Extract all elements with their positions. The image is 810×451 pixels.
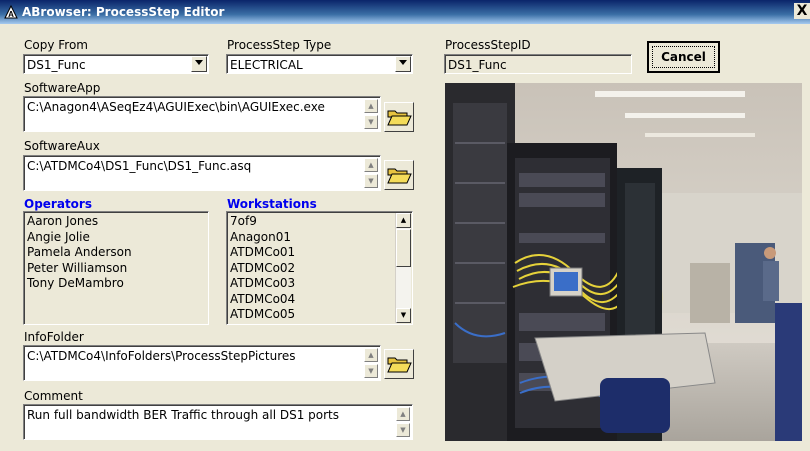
scroll-up-icon[interactable]: ▲ [396, 213, 411, 228]
comment-value: Run full bandwidth BER Traffic through a… [27, 408, 340, 422]
comment-spinner[interactable]: ▲ ▼ [396, 407, 410, 437]
operators-list[interactable]: Aaron Jones Angie Jolie Pamela Anderson … [23, 211, 209, 325]
folder-open-icon [387, 110, 412, 126]
processstep-type-value: ELECTRICAL [230, 58, 303, 72]
workstation-item[interactable]: ATDMCo05 [227, 307, 412, 323]
scroll-thumb[interactable] [396, 229, 411, 267]
spin-up-icon[interactable]: ▲ [396, 407, 410, 421]
spin-up-icon[interactable]: ▲ [364, 99, 378, 113]
process-step-picture [445, 83, 802, 441]
info-folder-value: C:\ATDMCo4\InfoFolders\ProcessStepPictur… [27, 349, 296, 363]
software-app-field[interactable]: C:\Anagon4\ASeqEz4\AGUIExec\bin\AGUIExec… [23, 96, 381, 132]
workstation-item[interactable]: Anagon01 [227, 230, 412, 246]
operator-item[interactable]: Angie Jolie [24, 230, 208, 246]
processstep-type-dropdown-button[interactable] [395, 56, 411, 72]
workstation-item[interactable]: ATDMCo03 [227, 276, 412, 292]
operators-label: Operators [24, 197, 92, 211]
info-folder-label: InfoFolder [24, 330, 84, 344]
software-aux-spinner[interactable]: ▲ ▼ [364, 158, 378, 188]
software-aux-value: C:\ATDMCo4\DS1_Func\DS1_Func.asq [27, 159, 252, 173]
software-aux-label: SoftwareAux [24, 139, 100, 153]
software-app-browse-button[interactable] [384, 102, 414, 132]
workstations-label: Workstations [227, 197, 317, 211]
software-aux-browse-button[interactable] [384, 160, 414, 190]
workstation-item[interactable]: 7of9 [227, 214, 412, 230]
spin-down-icon[interactable]: ▼ [364, 364, 378, 378]
spin-up-icon[interactable]: ▲ [364, 158, 378, 172]
software-app-label: SoftwareApp [24, 81, 101, 95]
spin-up-icon[interactable]: ▲ [364, 348, 378, 362]
workstations-scrollbar[interactable]: ▲ ▼ [395, 213, 411, 323]
software-app-spinner[interactable]: ▲ ▼ [364, 99, 378, 129]
info-folder-spinner[interactable]: ▲ ▼ [364, 348, 378, 378]
processstep-type-label: ProcessStep Type [227, 38, 332, 52]
spin-down-icon[interactable]: ▼ [364, 174, 378, 188]
copy-from-combo[interactable]: DS1_Func [23, 54, 209, 74]
software-aux-field[interactable]: C:\ATDMCo4\DS1_Func\DS1_Func.asq ▲ ▼ [23, 155, 381, 191]
title-bar[interactable]: A ABrowser: ProcessStep Editor X [0, 0, 810, 24]
operator-item[interactable]: Tony DeMambro [24, 276, 208, 292]
chevron-down-icon [195, 60, 203, 65]
svg-text:A: A [8, 10, 14, 19]
scroll-down-icon[interactable]: ▼ [396, 308, 411, 323]
chevron-down-icon [399, 60, 407, 65]
copy-from-dropdown-button[interactable] [191, 56, 207, 72]
software-app-value: C:\Anagon4\ASeqEz4\AGUIExec\bin\AGUIExec… [27, 100, 325, 114]
copy-from-label: Copy From [24, 38, 88, 52]
window-title: ABrowser: ProcessStep Editor [22, 5, 225, 19]
copy-from-value: DS1_Func [27, 58, 86, 72]
comment-field[interactable]: Run full bandwidth BER Traffic through a… [23, 404, 413, 440]
close-button[interactable]: X [794, 3, 810, 19]
processstep-id-field: DS1_Func [444, 54, 632, 74]
workstation-item[interactable]: ATDMCo02 [227, 261, 412, 277]
operator-item[interactable]: Pamela Anderson [24, 245, 208, 261]
workstation-item[interactable]: ATDMCo01 [227, 245, 412, 261]
spin-down-icon[interactable]: ▼ [396, 423, 410, 437]
spin-down-icon[interactable]: ▼ [364, 115, 378, 129]
workstations-list[interactable]: 7of9 Anagon01 ATDMCo01 ATDMCo02 ATDMCo03… [226, 211, 413, 325]
app-icon: A [4, 5, 18, 19]
cancel-button[interactable]: Cancel [647, 41, 720, 73]
info-folder-field[interactable]: C:\ATDMCo4\InfoFolders\ProcessStepPictur… [23, 345, 381, 381]
folder-open-icon [387, 168, 412, 184]
processstep-type-combo[interactable]: ELECTRICAL [226, 54, 413, 74]
workstation-item[interactable]: ATDMCo04 [227, 292, 412, 308]
comment-label: Comment [24, 389, 83, 403]
operator-item[interactable]: Aaron Jones [24, 214, 208, 230]
info-folder-browse-button[interactable] [384, 349, 414, 379]
operator-item[interactable]: Peter Williamson [24, 261, 208, 277]
processstep-id-label: ProcessStepID [445, 38, 531, 52]
folder-open-icon [387, 357, 412, 373]
processstep-id-value: DS1_Func [448, 58, 507, 72]
